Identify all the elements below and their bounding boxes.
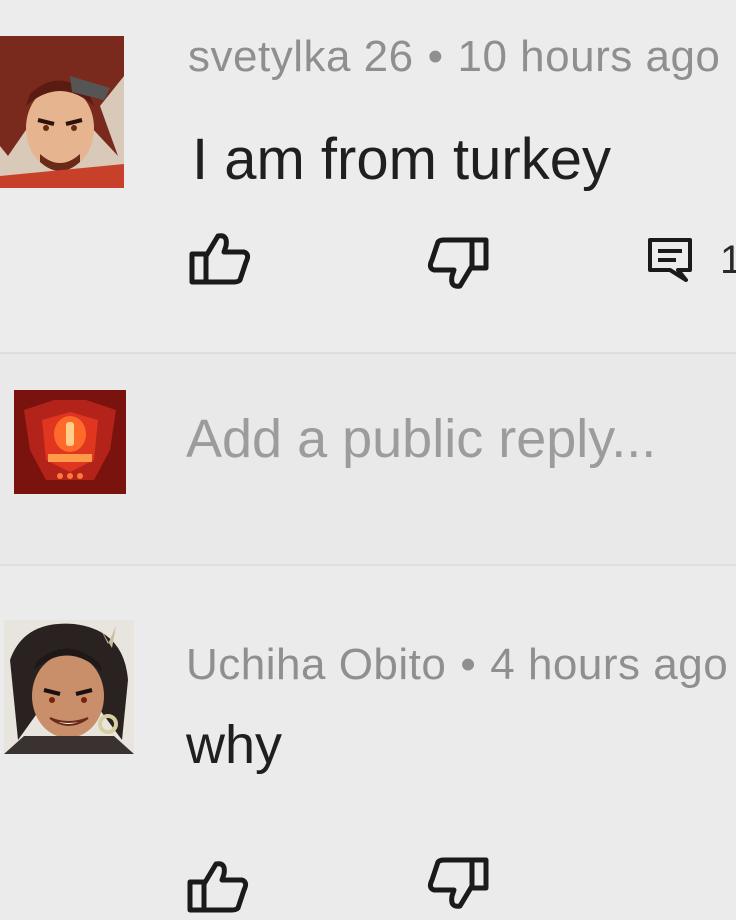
- comment-time: 4 hours ago: [490, 640, 729, 689]
- anime-woman-avatar: [4, 620, 134, 754]
- avatar[interactable]: [0, 36, 124, 188]
- comment-meta: svetylka 26 • 10 hours ago: [188, 32, 720, 82]
- thumbs-down-icon[interactable]: [426, 236, 490, 290]
- comment-author[interactable]: svetylka 26: [188, 32, 414, 81]
- reply-input[interactable]: Add a public reply...: [186, 408, 656, 470]
- comment-text: I am from turkey: [192, 127, 611, 192]
- thumbs-up-icon[interactable]: [188, 232, 252, 286]
- comment-meta: Uchiha Obito • 4 hours ago: [186, 640, 728, 690]
- divider: [0, 564, 736, 566]
- comment-author[interactable]: Uchiha Obito: [186, 640, 446, 689]
- comment-time: 10 hours ago: [457, 32, 721, 81]
- meta-separator: •: [460, 640, 477, 689]
- thumbs-down-icon[interactable]: [426, 856, 490, 910]
- comment-text: why: [186, 715, 283, 775]
- avatar[interactable]: [4, 620, 134, 754]
- red-robot-avatar: [14, 390, 126, 494]
- thumbs-up-icon[interactable]: [186, 860, 250, 914]
- meta-separator: •: [427, 32, 444, 81]
- divider: [0, 352, 736, 354]
- reply-count[interactable]: 1: [720, 238, 736, 283]
- comment-icon[interactable]: [646, 236, 694, 284]
- anime-warrior-avatar: [0, 36, 124, 188]
- avatar: [14, 390, 126, 494]
